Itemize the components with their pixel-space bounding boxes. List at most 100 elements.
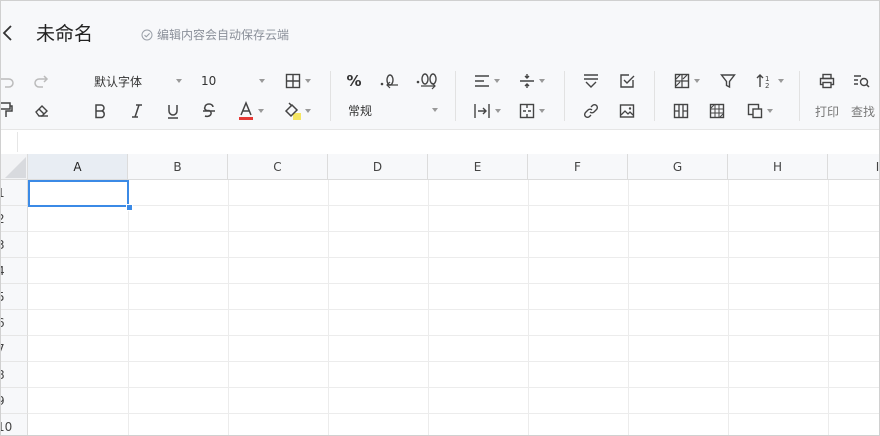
print-button[interactable] [817, 71, 837, 91]
horizontal-align-button[interactable] [471, 71, 503, 91]
sheet-grid[interactable]: ABCDEFGHI 1 2 3 4 5 6 7 8 9 10 [1, 154, 879, 435]
underline-button[interactable] [164, 101, 182, 121]
row-gridline [28, 309, 879, 310]
back-arrow-icon[interactable] [1, 21, 15, 45]
percent-button[interactable]: % [344, 71, 364, 91]
font-size-select[interactable]: 10 [201, 73, 265, 89]
row-header[interactable]: 7 [1, 336, 28, 362]
formula-bar[interactable] [1, 130, 879, 155]
spreadsheet-window: 未命名 编辑内容会自动保存云端 默认字体 10 % 常规 1 2 打印 查找 A… [0, 0, 880, 436]
filter-button[interactable] [718, 71, 738, 91]
number-format-select[interactable]: 常规 [348, 102, 438, 118]
column-header[interactable]: F [528, 154, 628, 180]
decrease-decimal-icon [380, 74, 398, 89]
row-number: 10 [1, 419, 13, 434]
selected-cell[interactable] [28, 180, 129, 207]
save-status-text: 编辑内容会自动保存云端 [157, 28, 290, 42]
row-gridline [28, 231, 879, 232]
column-gridline [528, 180, 529, 435]
row-header[interactable]: 4 [1, 258, 28, 284]
row-number: 7 [1, 342, 5, 356]
column-header[interactable]: C [228, 154, 328, 180]
chevron-down-icon [259, 79, 265, 83]
save-status: 编辑内容会自动保存云端 [141, 27, 289, 43]
column-gridline [128, 180, 129, 435]
column-header[interactable]: E [428, 154, 528, 180]
print-label: 打印 [814, 104, 839, 119]
row-number: 4 [1, 264, 5, 278]
fill-color-button[interactable] [280, 100, 314, 122]
row-header[interactable]: 1 [1, 180, 28, 206]
column-header[interactable]: I [828, 154, 879, 180]
number-format-value: 常规 [348, 103, 373, 118]
column-header[interactable]: H [728, 154, 828, 180]
column-gridline [428, 180, 429, 435]
row-gridline [28, 335, 879, 336]
column-header[interactable]: A [28, 154, 128, 180]
data-validation-button[interactable] [617, 71, 637, 91]
find-label: 查找 [850, 104, 875, 119]
row-header[interactable]: 10 [1, 414, 28, 435]
text-direction-button[interactable] [471, 101, 503, 121]
row-header[interactable]: 6 [1, 310, 28, 336]
document-title[interactable]: 未命名 [36, 21, 93, 47]
find-button[interactable] [852, 71, 872, 91]
row-header[interactable]: 8 [1, 362, 28, 388]
increase-decimal-button[interactable] [415, 71, 439, 91]
italic-button[interactable] [128, 101, 146, 121]
image-icon [619, 104, 635, 118]
font-family-select[interactable]: 默认字体 [94, 73, 182, 89]
row-gridline [28, 257, 879, 258]
column-header[interactable]: D [328, 154, 428, 180]
checkbox-icon [620, 74, 635, 88]
column-gridline [728, 180, 729, 435]
chevron-down-icon [432, 108, 438, 112]
bold-button[interactable] [91, 101, 109, 121]
chevron-down-icon [305, 109, 311, 113]
strikethrough-icon [203, 103, 215, 118]
pivot-table-button[interactable] [743, 101, 777, 121]
strikethrough-button[interactable] [200, 101, 218, 121]
column-gridline [228, 180, 229, 435]
redo-icon[interactable] [33, 71, 51, 91]
row-header[interactable]: 2 [1, 206, 28, 232]
row-gridline [28, 205, 879, 206]
insert-image-button[interactable] [617, 101, 637, 121]
column-header[interactable]: G [628, 154, 728, 180]
undo-icon[interactable] [1, 71, 15, 91]
row-header[interactable]: 5 [1, 284, 28, 310]
conditional-format-button[interactable] [671, 71, 703, 91]
toolbar-divider [330, 71, 331, 121]
font-color-button[interactable] [235, 100, 267, 122]
freeze-panes-button[interactable] [671, 101, 691, 121]
table-style-button[interactable] [707, 101, 727, 121]
vertical-align-button[interactable] [516, 71, 548, 91]
chevron-down-icon [539, 109, 545, 113]
sort-button[interactable]: 12 [753, 71, 787, 91]
wrap-text-button[interactable] [581, 71, 601, 91]
column-gridline [628, 180, 629, 435]
row-header[interactable]: 9 [1, 388, 28, 414]
column-gridline [828, 180, 829, 435]
borders-button[interactable] [283, 71, 313, 91]
column-header[interactable]: B [128, 154, 228, 180]
select-all-corner[interactable] [1, 154, 28, 180]
row-number: 9 [1, 394, 5, 408]
eraser-icon[interactable] [33, 100, 51, 120]
chevron-down-icon [258, 109, 264, 113]
format-painter-icon[interactable] [1, 100, 15, 120]
merge-cells-button[interactable] [516, 101, 548, 121]
decrease-decimal-button[interactable] [379, 71, 401, 91]
row-gridline [28, 387, 879, 388]
merge-cells-icon [519, 103, 535, 119]
chevron-down-icon [539, 79, 545, 83]
font-color-icon [239, 101, 253, 120]
row-header[interactable]: 3 [1, 232, 28, 258]
paint-bucket-icon [284, 102, 301, 120]
check-circle-icon [141, 29, 153, 41]
chevron-down-icon [494, 79, 500, 83]
insert-link-button[interactable] [581, 101, 601, 121]
vertical-align-center-icon [520, 74, 534, 88]
fill-handle[interactable] [126, 204, 133, 211]
toolbar: 默认字体 10 % 常规 1 2 打印 查找 [1, 63, 879, 130]
